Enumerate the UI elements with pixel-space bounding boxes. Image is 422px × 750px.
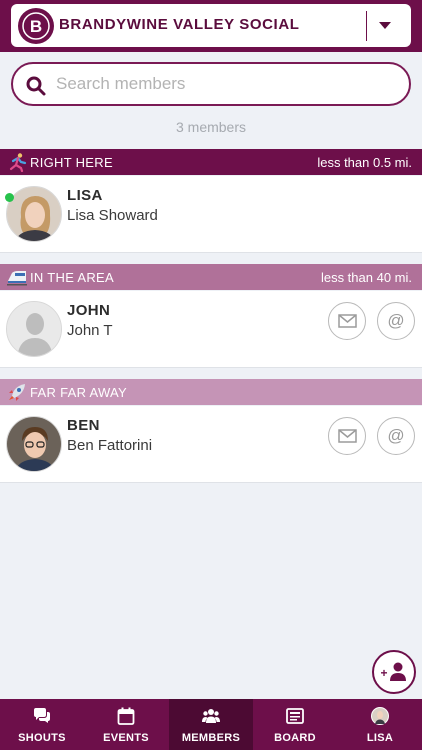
nav-label: LISA [366, 732, 394, 744]
chevron-down-icon[interactable] [379, 22, 391, 29]
member-count: 3 members [175, 119, 247, 135]
search-input[interactable] [56, 71, 396, 97]
member-row-lisa[interactable]: LISA Lisa Showard [0, 176, 422, 253]
envelope-icon [338, 314, 357, 328]
runner-icon [9, 153, 27, 172]
rocket-icon [9, 384, 25, 401]
nav-label: MEMBERS [181, 732, 241, 744]
mention-button[interactable]: @ [377, 302, 415, 340]
nav-profile[interactable]: LISA [338, 699, 422, 750]
bottom-nav: SHOUTS EVENTS MEMBERS BOARD LISA [0, 699, 422, 750]
chat-icon [34, 708, 50, 723]
search-icon [26, 76, 46, 96]
calendar-icon [117, 707, 135, 725]
group-name: BRANDYWINE VALLEY SOCIAL [59, 16, 300, 33]
envelope-icon [338, 429, 357, 443]
member-full-name: Lisa Showard [67, 207, 158, 224]
add-member-icon: + [380, 662, 406, 681]
message-button[interactable] [328, 302, 366, 340]
nav-label: SHOUTS [18, 732, 66, 744]
member-full-name: Ben Fattorini [67, 437, 153, 454]
online-indicator [5, 193, 14, 202]
board-icon [286, 708, 304, 724]
svg-text:+: + [380, 666, 387, 680]
add-member-button[interactable]: + [372, 650, 416, 694]
section-header-right-here: RIGHT HERE less than 0.5 mi. [0, 149, 422, 175]
member-row-ben[interactable]: BEN Ben Fattorini @ [0, 406, 422, 483]
at-sign-icon: @ [387, 426, 405, 445]
svg-text:B: B [30, 17, 42, 36]
member-first-name: JOHN [67, 302, 111, 319]
avatar [6, 416, 62, 472]
b-logo-icon: B [18, 8, 54, 44]
member-first-name: BEN [67, 417, 100, 434]
section-distance: less than 0.5 mi. [317, 155, 412, 170]
member-full-name: John T [67, 322, 113, 339]
mention-button[interactable]: @ [377, 417, 415, 455]
nav-members[interactable]: MEMBERS [169, 699, 253, 750]
section-label: FAR FAR AWAY [30, 385, 128, 400]
nav-board[interactable]: BOARD [253, 699, 337, 750]
nav-label: EVENTS [103, 732, 149, 744]
avatar [6, 186, 62, 242]
people-icon [202, 709, 220, 723]
section-label: RIGHT HERE [30, 155, 113, 170]
search-box[interactable] [11, 62, 411, 106]
nav-shouts[interactable]: SHOUTS [0, 699, 84, 750]
nav-events[interactable]: EVENTS [84, 699, 168, 750]
section-distance: less than 40 mi. [320, 270, 412, 285]
at-sign-icon: @ [387, 311, 405, 330]
section-header-in-the-area: IN THE AREA less than 40 mi. [0, 264, 422, 290]
divider [366, 11, 367, 41]
section-label: IN THE AREA [30, 270, 114, 285]
member-row-john[interactable]: JOHN John T @ [0, 291, 422, 368]
train-icon [7, 271, 27, 286]
nav-label: BOARD [274, 732, 316, 744]
message-button[interactable] [328, 417, 366, 455]
avatar [6, 301, 62, 357]
group-selector[interactable]: B BRANDYWINE VALLEY SOCIAL [11, 4, 411, 47]
profile-avatar-icon [371, 707, 389, 725]
member-first-name: LISA [67, 187, 103, 204]
section-header-far-far-away: FAR FAR AWAY [0, 379, 422, 405]
top-bar: B BRANDYWINE VALLEY SOCIAL [0, 0, 422, 52]
